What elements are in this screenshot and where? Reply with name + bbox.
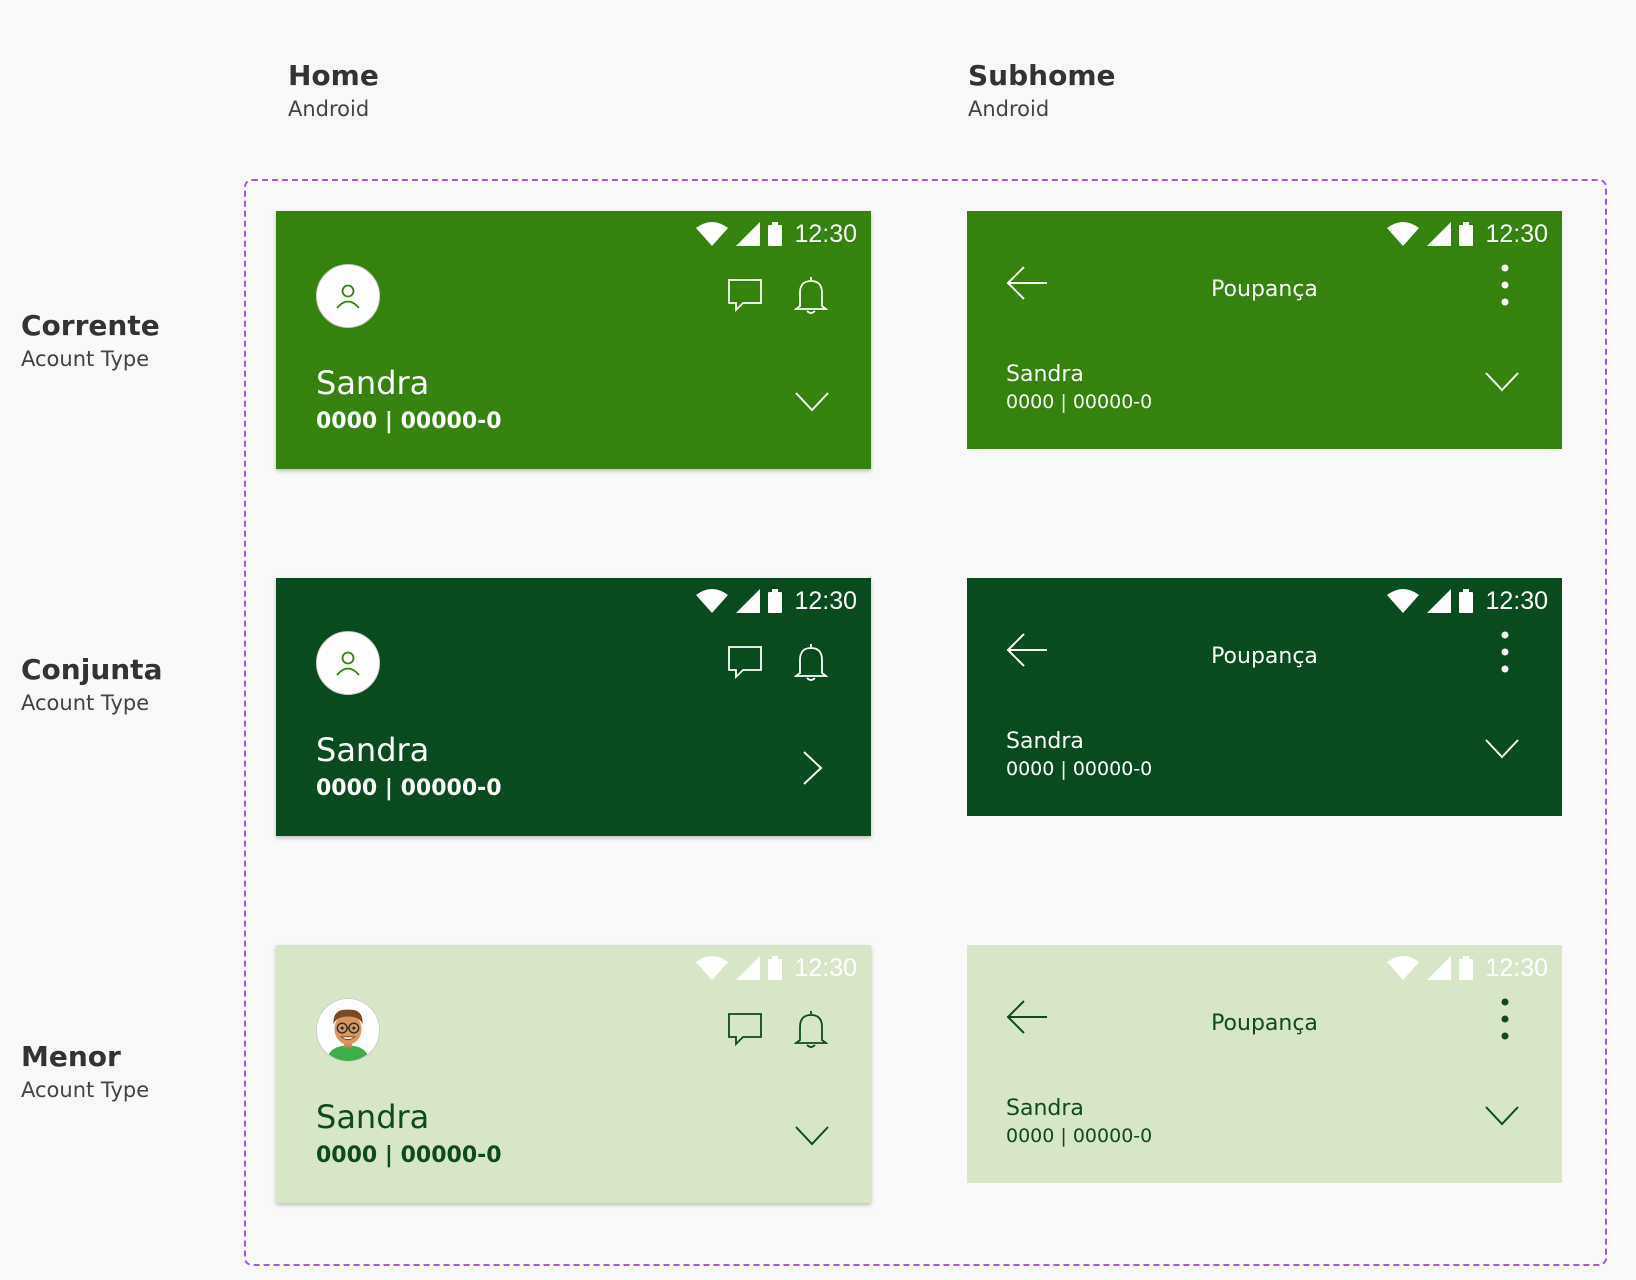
subhome-header-corrente: 12:30 Poupança Sandra 0000 | 00000-0: [967, 211, 1562, 449]
account-number: 0000 | 00000-0: [1006, 758, 1153, 780]
chat-icon[interactable]: [727, 277, 763, 313]
signal-icon: [1427, 589, 1452, 613]
status-time: 12:30: [1485, 219, 1548, 248]
column-title: Subhome: [968, 59, 1116, 92]
column-subtitle: Android: [288, 97, 370, 121]
chat-icon[interactable]: [727, 644, 763, 680]
bell-icon[interactable]: [794, 642, 828, 682]
wifi-icon: [696, 956, 729, 980]
row-label-menor: Menor Acount Type: [21, 1039, 149, 1105]
status-bar: 12:30: [1387, 219, 1548, 249]
battery-icon: [1459, 956, 1474, 980]
row-subtitle: Acount Type: [21, 1078, 150, 1102]
row-label-conjunta: Conjunta Acount Type: [21, 652, 162, 718]
account-holder-name: Sandra: [1006, 362, 1084, 387]
subhome-header-conjunta: 12:30 Poupança Sandra 0000 | 00000-0: [967, 578, 1562, 816]
account-holder-name: Sandra: [1006, 1096, 1084, 1121]
account-holder-name: Sandra: [316, 1098, 430, 1136]
home-header-corrente: 12:30 Sandra 0000 | 00000-0: [276, 211, 871, 469]
account-holder-name: Sandra: [1006, 729, 1084, 754]
row-title: Corrente: [21, 309, 160, 342]
row-subtitle: Acount Type: [21, 691, 150, 715]
account-number: 0000 | 00000-0: [316, 776, 502, 801]
avatar-photo[interactable]: [316, 998, 380, 1062]
status-time: 12:30: [794, 953, 857, 982]
status-bar: 12:30: [1387, 586, 1548, 616]
wifi-icon: [1387, 222, 1420, 246]
account-number: 0000 | 00000-0: [316, 1143, 502, 1168]
bell-icon[interactable]: [794, 1009, 828, 1049]
signal-icon: [1427, 956, 1452, 980]
wifi-icon: [696, 589, 729, 613]
account-holder-name: Sandra: [316, 364, 430, 402]
signal-icon: [736, 222, 761, 246]
row-title: Conjunta: [21, 653, 163, 686]
more-vert-icon[interactable]: [1500, 263, 1510, 307]
chat-icon[interactable]: [727, 1011, 763, 1047]
account-number: 0000 | 00000-0: [1006, 1125, 1153, 1147]
column-header-home: Home Android: [288, 58, 379, 124]
bell-icon[interactable]: [794, 275, 828, 315]
battery-icon: [768, 589, 783, 613]
status-time: 12:30: [794, 219, 857, 248]
home-header-menor: 12:30 Sandra 0000 | 00000-0: [276, 945, 871, 1203]
home-header-conjunta: 12:30 Sandra 0000 | 00000-0: [276, 578, 871, 836]
status-bar: 12:30: [696, 953, 857, 983]
wifi-icon: [1387, 589, 1420, 613]
avatar[interactable]: [316, 264, 380, 328]
subhome-title: Poupança: [1211, 277, 1318, 302]
chevron-down-icon[interactable]: [794, 391, 830, 413]
wifi-icon: [696, 222, 729, 246]
status-bar: 12:30: [696, 219, 857, 249]
account-number: 0000 | 00000-0: [316, 409, 502, 434]
signal-icon: [1427, 222, 1452, 246]
status-time: 12:30: [1485, 953, 1548, 982]
status-time: 12:30: [1485, 586, 1548, 615]
row-subtitle: Acount Type: [21, 347, 150, 371]
status-time: 12:30: [794, 586, 857, 615]
more-vert-icon[interactable]: [1500, 997, 1510, 1041]
more-vert-icon[interactable]: [1500, 630, 1510, 674]
user-icon: [336, 284, 360, 309]
avatar[interactable]: [316, 631, 380, 695]
subhome-title: Poupança: [1211, 1011, 1318, 1036]
chevron-down-icon[interactable]: [1484, 371, 1520, 393]
subhome-header-menor: 12:30 Poupança Sandra 0000 | 00000-0: [967, 945, 1562, 1183]
battery-icon: [768, 956, 783, 980]
account-number: 0000 | 00000-0: [1006, 391, 1153, 413]
column-subtitle: Android: [968, 97, 1050, 121]
chevron-down-icon[interactable]: [794, 1125, 830, 1147]
wifi-icon: [1387, 956, 1420, 980]
battery-icon: [768, 222, 783, 246]
battery-icon: [1459, 222, 1474, 246]
battery-icon: [1459, 589, 1474, 613]
row-title: Menor: [21, 1040, 121, 1073]
chevron-down-icon[interactable]: [1484, 1105, 1520, 1127]
signal-icon: [736, 956, 761, 980]
child-avatar-icon: [317, 999, 379, 1061]
subhome-title: Poupança: [1211, 644, 1318, 669]
user-icon: [336, 651, 360, 676]
chevron-down-icon[interactable]: [1484, 738, 1520, 760]
column-title: Home: [288, 59, 379, 92]
status-bar: 12:30: [696, 586, 857, 616]
status-bar: 12:30: [1387, 953, 1548, 983]
signal-icon: [736, 589, 761, 613]
account-holder-name: Sandra: [316, 731, 430, 769]
chevron-right-icon[interactable]: [802, 750, 824, 786]
column-header-subhome: Subhome Android: [968, 58, 1115, 124]
row-label-corrente: Corrente Acount Type: [21, 308, 160, 374]
